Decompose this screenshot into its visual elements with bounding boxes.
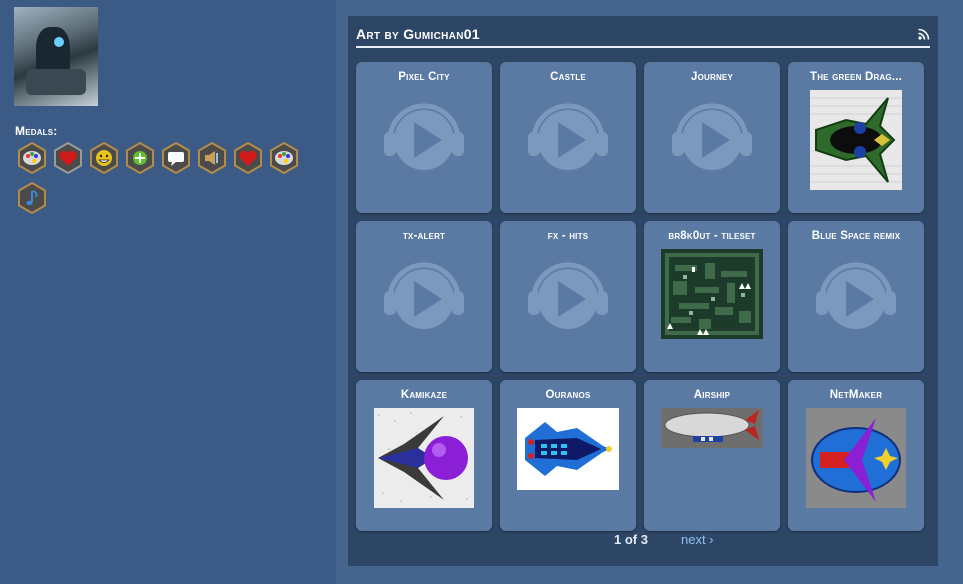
next-page-link[interactable]: next › [681,532,714,547]
art-item-title: Airship [693,389,731,401]
paint-palette-icon [270,142,298,174]
art-item-kamikaze[interactable]: Kamikaze [356,380,492,531]
panel-header: Art by Gumichan01 [356,24,930,48]
netmaker-ship-art [806,408,906,508]
airship-art [661,408,763,448]
medal-paint-palette[interactable] [268,142,300,174]
audio-play-icon [528,103,608,170]
medal-music-note[interactable] [16,182,48,214]
speech-bubble-icon [162,142,190,174]
medal-paint-palette[interactable] [16,142,48,174]
art-item-title: NetMaker [829,389,883,401]
medals-label: Medals: [15,124,58,138]
art-item-title: br8k0ut - tileset [668,230,756,242]
audio-play-icon [384,103,464,170]
art-item-title: Castle [550,71,586,83]
left-sidebar: Medals: [0,0,336,584]
art-item-tx-alert[interactable]: tx-alert [356,221,492,372]
pagination: 1 of 3 next › [348,531,938,549]
art-item-fx-hits[interactable]: fx - hits [500,221,636,372]
art-item-journey[interactable]: Journey [644,62,780,213]
ouranos-ship-art [517,408,619,490]
art-item-title: Blue Space remix [811,230,901,242]
art-item-title: The green Drag... [809,71,903,83]
art-item-green-dragon[interactable]: The green Drag... [788,62,924,213]
avatar[interactable] [14,7,98,106]
art-item-br8k0ut-tileset[interactable]: br8k0ut - tileset [644,221,780,372]
art-panel: Art by Gumichan01 Pixel City Castle Jour… [348,16,938,566]
tileset-art [661,249,763,339]
art-item-pixel-city[interactable]: Pixel City [356,62,492,213]
paint-palette-icon [18,142,46,174]
art-item-ouranos[interactable]: Ouranos [500,380,636,531]
medal-grinning-face[interactable] [88,142,120,174]
art-item-title: Ouranos [545,389,591,401]
art-item-title: Journey [690,71,734,83]
plus-icon [126,142,154,174]
art-item-castle[interactable]: Castle [500,62,636,213]
medal-heart[interactable] [52,142,84,174]
medal-plus[interactable] [124,142,156,174]
art-item-netmaker[interactable]: NetMaker [788,380,924,531]
audio-play-icon [816,262,896,329]
heart-icon [54,142,82,174]
rss-feed-icon[interactable] [918,28,930,40]
medal-speech-bubble[interactable] [160,142,192,174]
art-item-title: fx - hits [547,230,589,242]
art-item-title: tx-alert [402,230,446,242]
page-indicator: 1 of 3 [614,532,648,547]
art-item-title: Pixel City [398,71,450,83]
music-note-icon [18,182,46,214]
art-item-blue-space-remix[interactable]: Blue Space remix [788,221,924,372]
audio-play-icon [528,262,608,329]
heart-icon [234,142,262,174]
art-item-airship[interactable]: Airship [644,380,780,531]
medal-speaker[interactable] [196,142,228,174]
speaker-icon [198,142,226,174]
green-dragon-ship-art [810,90,902,190]
panel-title: Art by Gumichan01 [356,26,480,42]
grinning-face-icon [90,142,118,174]
medal-heart[interactable] [232,142,264,174]
kamikaze-ship-art [374,408,474,508]
audio-play-icon [672,103,752,170]
art-item-title: Kamikaze [400,389,448,401]
audio-play-icon [384,262,464,329]
